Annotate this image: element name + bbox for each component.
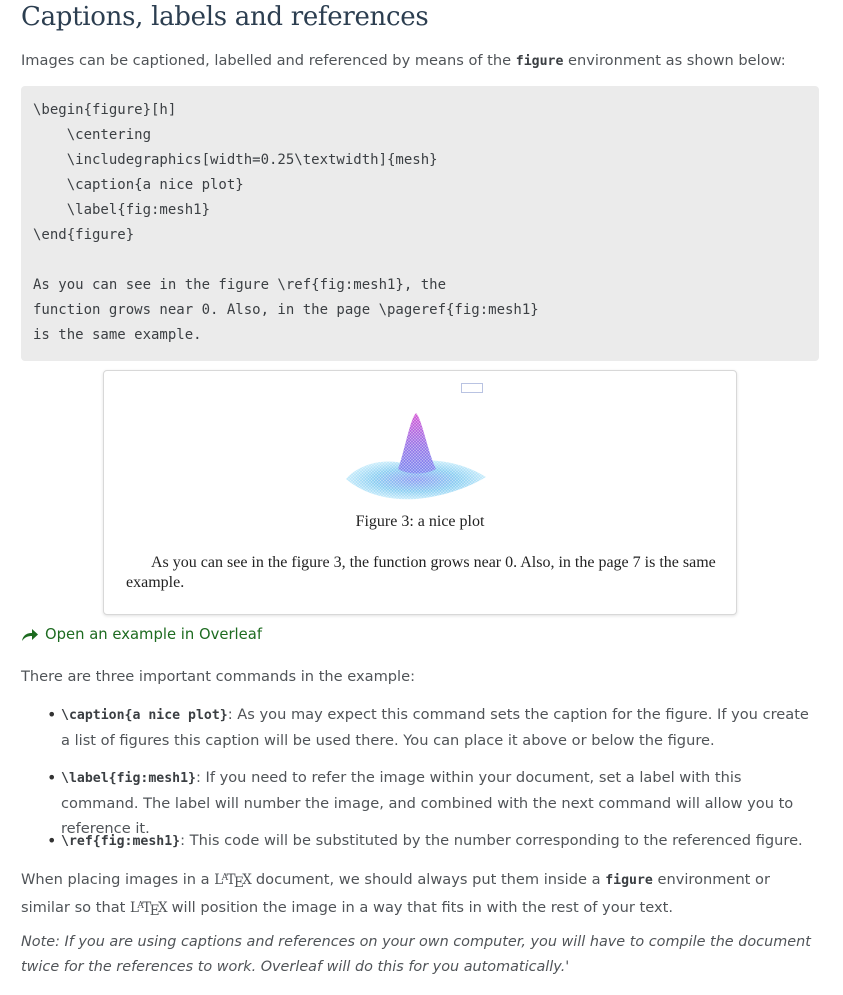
code-line: \label{fig:mesh1} (33, 202, 211, 218)
code-line: \begin{figure}[h] (33, 102, 177, 118)
rendered-output-card: Figure 3: a nice plot As you can see in … (103, 370, 737, 615)
command-code: \ref{fig:mesh1} (61, 834, 181, 849)
command-description: : This code will be substituted by the n… (180, 832, 803, 849)
placement-text: document, we should always put them insi… (251, 871, 606, 888)
code-line: \caption{a nice plot} (33, 177, 244, 193)
image-badge (461, 383, 483, 393)
intro-text-after: environment as shown below: (563, 52, 786, 69)
latex-logo: LATEX (214, 872, 252, 891)
share-arrow-icon (22, 628, 38, 641)
bullet-icon: • (47, 705, 57, 724)
note-paragraph: Note: If you are using captions and refe… (21, 934, 811, 975)
section-heading: Captions, labels and references (21, 2, 429, 32)
list-item-text: \ref{fig:mesh1}: This code will be subst… (61, 828, 821, 854)
code-line: \includegraphics[width=0.25\textwidth]{m… (33, 152, 438, 168)
mesh-plot-image (346, 413, 486, 500)
bullet-icon: • (47, 768, 57, 787)
code-block[interactable]: \begin{figure}[h] \centering \includegra… (21, 86, 819, 361)
commands-intro: There are three important commands in th… (21, 668, 416, 685)
code-line: As you can see in the figure \ref{fig:me… (33, 277, 447, 293)
placement-text: will position the image in a way that fi… (166, 899, 673, 916)
placement-text: When placing images in a (21, 871, 215, 888)
code-line: \centering (33, 127, 152, 143)
open-in-overleaf-link[interactable]: Open an example in Overleaf (21, 626, 262, 643)
intro-code-figure: figure (515, 54, 564, 69)
code-line: is the same example. (33, 327, 202, 343)
command-code: \caption{a nice plot} (61, 708, 228, 723)
latex-logo: LATEX (130, 900, 168, 919)
figure-caption: Figure 3: a nice plot (355, 513, 485, 530)
code-listing[interactable]: \begin{figure}[h] \centering \includegra… (33, 98, 539, 348)
command-code: \label{fig:mesh1} (61, 771, 196, 786)
open-link-label: Open an example in Overleaf (45, 626, 263, 643)
intro-paragraph: Images can be captioned, labelled and re… (21, 48, 786, 74)
intro-text-before: Images can be captioned, labelled and re… (21, 52, 516, 69)
code-line: \end{figure} (33, 227, 135, 243)
placement-code-figure: figure (605, 873, 653, 888)
placement-paragraph: When placing images in a LATEX document,… (21, 867, 821, 923)
list-item-text: \caption{a nice plot}: As you may expect… (61, 702, 821, 753)
code-line: function grows near 0. Also, in the page… (33, 302, 539, 318)
rendered-paragraph: As you can see in the figure 3, the func… (126, 554, 716, 591)
bullet-icon: • (47, 831, 57, 850)
